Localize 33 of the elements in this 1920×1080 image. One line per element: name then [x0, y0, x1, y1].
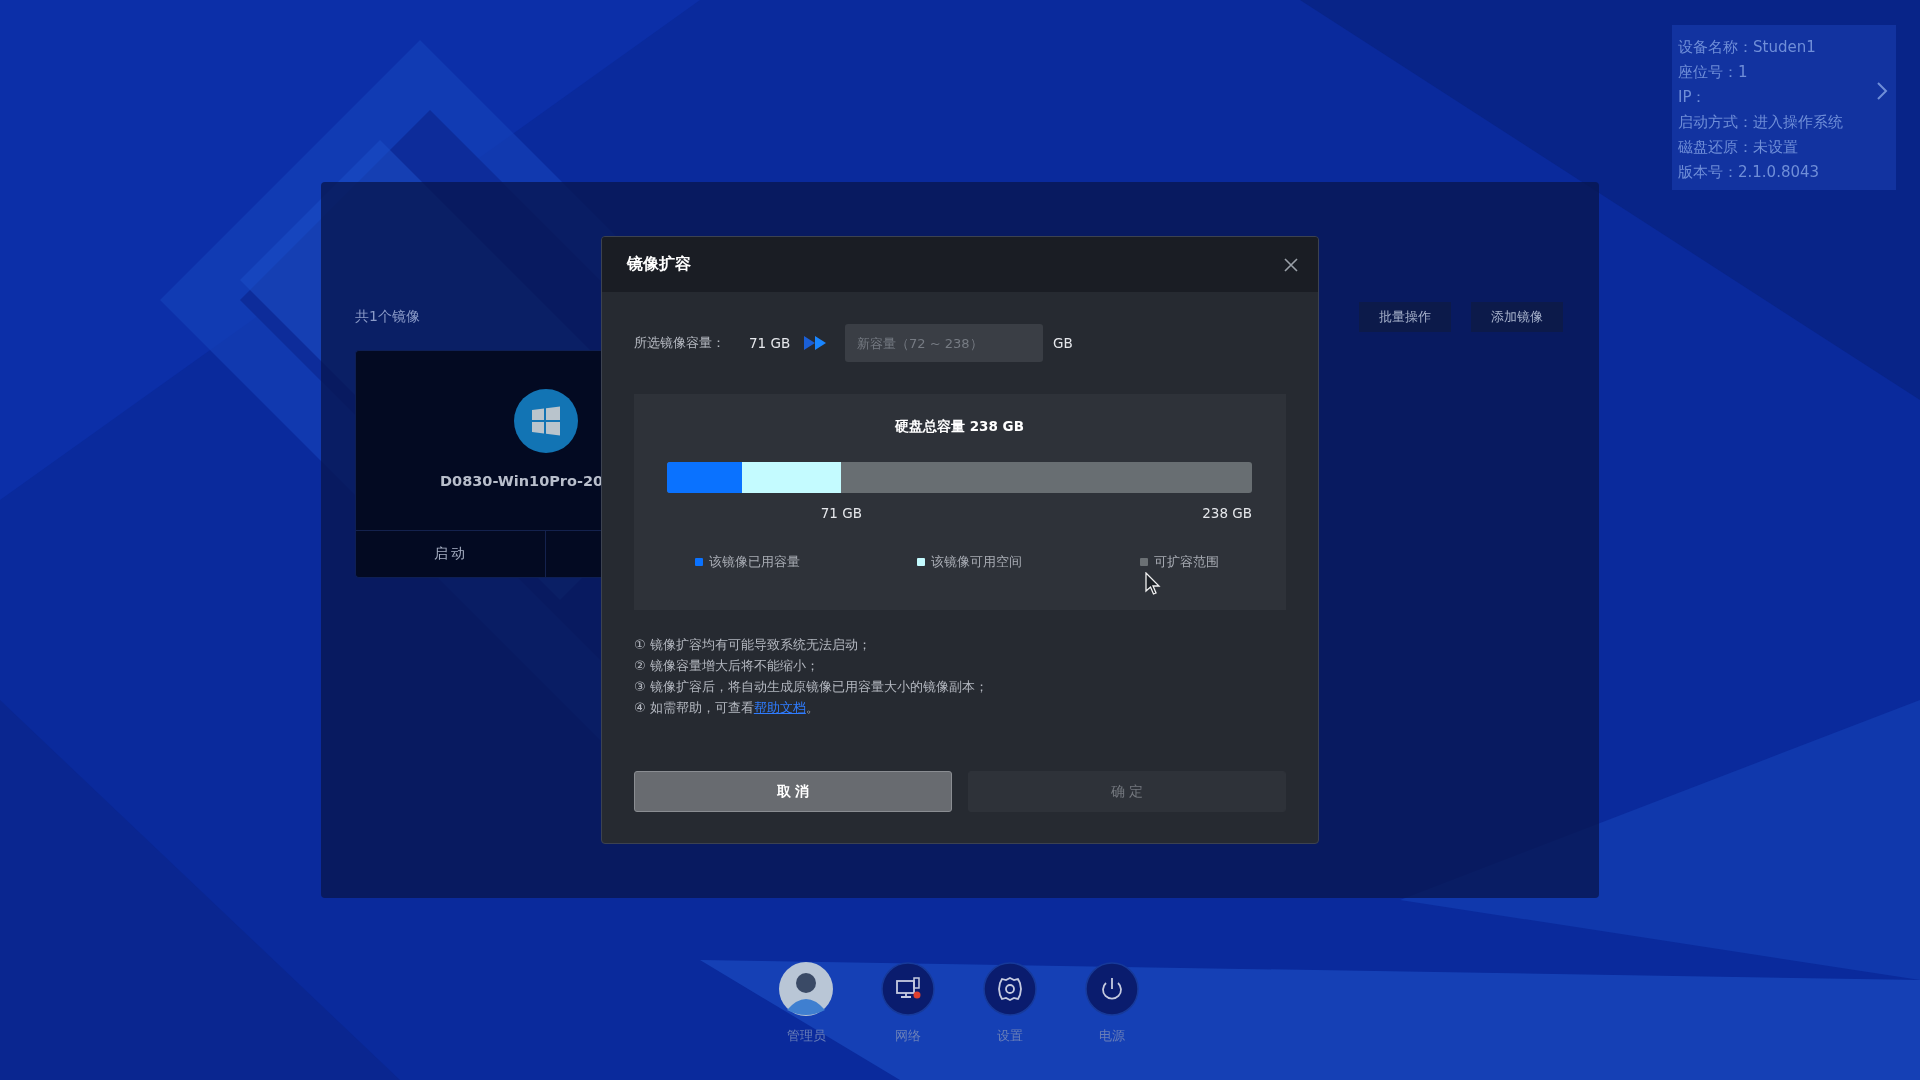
info-text: 设备名称：Studen1: [1678, 37, 1817, 57]
info-text: 版本号：2.1.0.8043: [1678, 162, 1821, 182]
new-capacity-field[interactable]: 新容量（72 ~ 238）: [845, 324, 1043, 362]
info-text: 磁盘还原：未设置: [1678, 137, 1799, 157]
info-text: 座位号：1: [1678, 62, 1749, 82]
dialog-title: 镜像扩容: [627, 254, 691, 275]
panel-action-button[interactable]: 批量操作: [1359, 302, 1451, 332]
capacity-label: 所选镜像容量：: [634, 334, 726, 352]
legend-label: 可扩容范围: [1154, 553, 1219, 571]
unit-label: GB: [1053, 335, 1073, 351]
note-text: ① 镜像扩容均有可能导致系统无法启动；: [634, 636, 872, 654]
image-count: 共1个镜像: [355, 308, 420, 326]
disk-total-title: 硬盘总容量 238 GB: [894, 418, 1025, 436]
help-link[interactable]: 帮助文档: [753, 700, 806, 715]
dock-label: 设置: [997, 1027, 1023, 1045]
legend-label: 该镜像可用空间: [931, 553, 1022, 571]
note-text: ③ 镜像扩容后，将自动生成原镜像已用容量大小的镜像副本；: [634, 678, 989, 696]
bar-mark: 238 GB: [1202, 505, 1252, 521]
capacity-value: 71 GB: [749, 335, 792, 351]
dock-label: 电源: [1099, 1027, 1125, 1045]
note-text: ④ 如需帮助，可查看帮助文档。: [634, 699, 820, 717]
panel-action-button[interactable]: 添加镜像: [1471, 302, 1563, 332]
dock-label: 网络: [895, 1027, 921, 1045]
start-button[interactable]: 启动: [356, 531, 546, 577]
info-text: IP：: [1678, 87, 1708, 107]
dock-label: 管理员: [786, 1027, 826, 1045]
legend-label: 该镜像已用容量: [709, 553, 800, 571]
note-text: ② 镜像容量增大后将不能缩小；: [634, 657, 820, 675]
cancel-button[interactable]: 取 消: [634, 771, 952, 812]
bar-mark: 71 GB: [820, 505, 862, 521]
image-name: D0830-Win10Pro-20: [440, 473, 604, 489]
info-text: 启动方式：进入操作系统: [1678, 112, 1844, 132]
image-card[interactable]: D0830-Win10Pro-20 启动: [355, 350, 602, 578]
